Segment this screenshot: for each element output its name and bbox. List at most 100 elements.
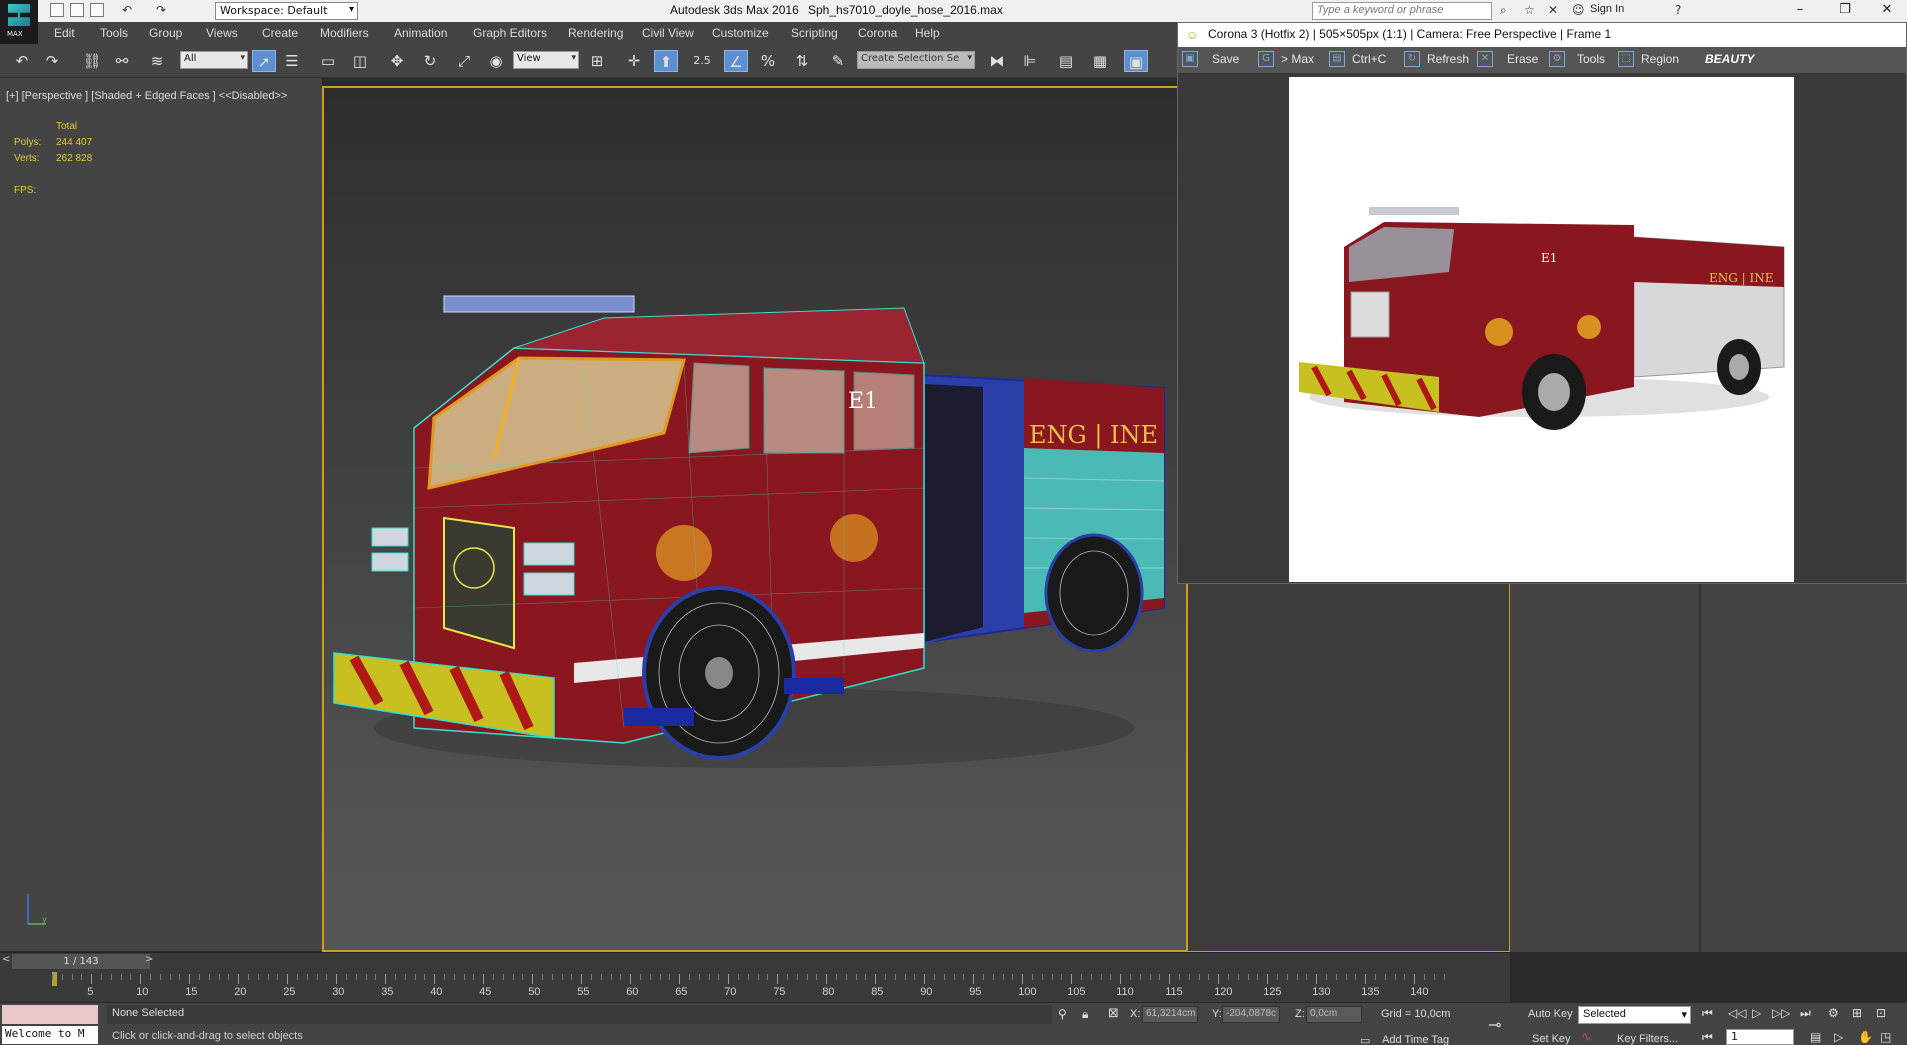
select-by-name-icon[interactable]: ☰ bbox=[280, 50, 304, 72]
pan-icon[interactable]: ✋ bbox=[1858, 1030, 1873, 1044]
isolate-icon[interactable]: ⚲ bbox=[1058, 1007, 1067, 1021]
erase-icon[interactable]: ✕ bbox=[1477, 51, 1493, 67]
goto-start-icon[interactable]: ⏮ bbox=[1702, 1006, 1713, 1021]
current-frame-field[interactable]: 1 bbox=[1726, 1029, 1794, 1045]
region-button[interactable]: Region bbox=[1641, 52, 1679, 66]
binoculars-icon[interactable]: ⌕ bbox=[1500, 3, 1507, 18]
reference-coordinate-dropdown[interactable]: View bbox=[513, 51, 579, 69]
star-icon[interactable]: ☆ bbox=[1524, 3, 1535, 17]
menu-scripting[interactable]: Scripting bbox=[791, 26, 838, 40]
to-max-button[interactable]: > Max bbox=[1281, 52, 1314, 66]
time-config-icon[interactable]: ⚙ bbox=[1828, 1006, 1839, 1020]
close-button[interactable]: ✕ bbox=[1867, 0, 1907, 22]
menu-edit[interactable]: Edit bbox=[54, 26, 75, 40]
field-of-view-icon[interactable]: ▤ bbox=[1810, 1030, 1821, 1044]
snaps-toggle-icon[interactable]: 2.5 bbox=[690, 50, 714, 72]
zoom-all-icon[interactable]: ⊡ bbox=[1876, 1006, 1886, 1020]
menu-customize[interactable]: Customize bbox=[712, 26, 769, 40]
menu-animation[interactable]: Animation bbox=[394, 26, 447, 40]
redo-icon[interactable]: ↷ bbox=[40, 50, 64, 72]
set-key-button[interactable]: Set Key bbox=[1532, 1033, 1571, 1045]
zoom-extents-icon[interactable]: ⊞ bbox=[1852, 1006, 1862, 1020]
z-coord-field[interactable]: 0,0cm bbox=[1306, 1006, 1362, 1023]
save-file-icon[interactable] bbox=[90, 3, 104, 17]
open-file-icon[interactable] bbox=[70, 3, 84, 17]
maxscript-mini-listener[interactable]: Welcome to M bbox=[2, 1026, 98, 1044]
app-logo[interactable]: MAX bbox=[0, 0, 38, 44]
percent-snap-icon[interactable]: % bbox=[756, 50, 780, 72]
time-slider[interactable]: < 1 / 143 > bbox=[0, 952, 1510, 970]
save-button[interactable]: Save bbox=[1212, 52, 1239, 66]
copy-button[interactable]: Ctrl+C bbox=[1352, 52, 1386, 66]
link-icon[interactable]: ⛓ bbox=[80, 50, 104, 72]
pivot-center-icon[interactable]: ⊞ bbox=[585, 50, 609, 72]
undo-icon[interactable]: ↶ bbox=[122, 3, 132, 17]
track-bar[interactable]: 5 10 15 20 25 30 35 40 45 50 55 60 65 70 75 80 85 90 95 100… bbox=[0, 970, 1510, 1002]
frame-counter[interactable]: 1 / 143 bbox=[12, 954, 150, 969]
help-icon[interactable]: ? bbox=[1675, 3, 1681, 17]
play-icon[interactable]: ▷ bbox=[1752, 1006, 1761, 1020]
selection-filter-dropdown[interactable]: All bbox=[180, 51, 248, 69]
prev-frame-icon[interactable]: < bbox=[2, 954, 10, 965]
user-icon[interactable]: ☺ bbox=[1572, 3, 1585, 17]
region-icon[interactable]: ⬚ bbox=[1618, 51, 1634, 67]
ribbon-toggle-icon[interactable]: ▣ bbox=[1124, 50, 1148, 72]
align-icon[interactable]: ⊫ bbox=[1018, 50, 1042, 72]
restore-button[interactable]: ❐ bbox=[1825, 0, 1865, 22]
lock-icon[interactable]: 🔒︎ bbox=[1082, 1007, 1088, 1022]
workspace-dropdown[interactable]: Workspace: Default bbox=[215, 2, 358, 20]
next-frame-icon[interactable]: > bbox=[145, 954, 153, 965]
redo-icon[interactable]: ↷ bbox=[156, 3, 166, 17]
undo-icon[interactable]: ↶ bbox=[10, 50, 34, 72]
y-coord-field[interactable]: -204,0878c bbox=[1222, 1006, 1280, 1023]
bind-space-warp-icon[interactable]: ≋ bbox=[145, 50, 169, 72]
key-icon[interactable]: ⊸ bbox=[1488, 1015, 1501, 1034]
x-coord-field[interactable]: 61,3214cm bbox=[1142, 1006, 1198, 1023]
key-mode-dropdown[interactable]: Selected bbox=[1578, 1006, 1691, 1024]
viewport-label[interactable]: [+] [Perspective ] [Shaded + Edged Faces… bbox=[6, 90, 287, 102]
erase-button[interactable]: Erase bbox=[1507, 52, 1538, 66]
scale-icon[interactable]: ⤢ bbox=[452, 50, 476, 72]
angle-snap-icon[interactable]: ∠ bbox=[724, 50, 748, 72]
auto-key-button[interactable]: Auto Key bbox=[1528, 1008, 1573, 1020]
menu-graph-editors[interactable]: Graph Editors bbox=[473, 26, 547, 40]
key-curve-icon[interactable]: ∿ bbox=[1581, 1030, 1592, 1045]
copy-icon[interactable]: ▤ bbox=[1329, 51, 1345, 67]
spinner-snap-icon[interactable]: ⇅ bbox=[790, 50, 814, 72]
select-manipulate-icon[interactable]: ✛ bbox=[622, 50, 646, 72]
time-tag-icon[interactable]: ▭ bbox=[1360, 1034, 1370, 1045]
viewport-empty-area[interactable] bbox=[1188, 578, 1510, 952]
named-selection-dropdown[interactable]: Create Selection Se bbox=[857, 51, 975, 69]
next-key-icon[interactable]: ▷▷ bbox=[1772, 1006, 1790, 1020]
new-file-icon[interactable] bbox=[50, 3, 64, 17]
refresh-button[interactable]: Refresh bbox=[1427, 52, 1469, 66]
placement-icon[interactable]: ◉ bbox=[484, 50, 508, 72]
scene-explorer-icon[interactable]: ▦ bbox=[1088, 50, 1112, 72]
rotate-icon[interactable]: ↻ bbox=[418, 50, 442, 72]
menu-views[interactable]: Views bbox=[206, 26, 238, 40]
menu-tools[interactable]: Tools bbox=[100, 26, 128, 40]
key-filters-button[interactable]: Key Filters... bbox=[1617, 1033, 1678, 1045]
menu-rendering[interactable]: Rendering bbox=[568, 26, 623, 40]
add-time-tag-button[interactable]: Add Time Tag bbox=[1382, 1034, 1449, 1045]
select-object-icon[interactable]: ➚ bbox=[252, 50, 276, 72]
orbit-icon[interactable]: ▷ bbox=[1834, 1030, 1843, 1044]
menu-help[interactable]: Help bbox=[915, 26, 940, 40]
mirror-icon[interactable]: ⧓ bbox=[985, 50, 1009, 72]
render-channel-dropdown[interactable]: BEAUTY bbox=[1705, 52, 1754, 66]
minimize-button[interactable]: – bbox=[1780, 0, 1820, 22]
sign-in-link[interactable]: Sign In bbox=[1590, 3, 1624, 15]
key-mode-toggle-icon[interactable]: ⏮ bbox=[1702, 1030, 1713, 1045]
window-crossing-icon[interactable]: ◫ bbox=[348, 50, 372, 72]
goto-end-icon[interactable]: ⏭ bbox=[1800, 1006, 1811, 1021]
menu-modifiers[interactable]: Modifiers bbox=[320, 26, 369, 40]
to-max-icon[interactable]: G bbox=[1258, 51, 1274, 67]
perspective-viewport[interactable]: ENG | INE E1 bbox=[322, 86, 1188, 952]
move-icon[interactable]: ✥ bbox=[385, 50, 409, 72]
unlink-icon[interactable]: ⚯ bbox=[110, 50, 134, 72]
edit-named-selection-icon[interactable]: ✎ bbox=[826, 50, 850, 72]
prev-key-icon[interactable]: ◁◁ bbox=[1728, 1006, 1746, 1020]
refresh-icon[interactable]: ↻ bbox=[1404, 51, 1420, 67]
maxscript-listener[interactable] bbox=[2, 1005, 98, 1024]
maximize-viewport-icon[interactable]: ◳ bbox=[1880, 1030, 1891, 1044]
